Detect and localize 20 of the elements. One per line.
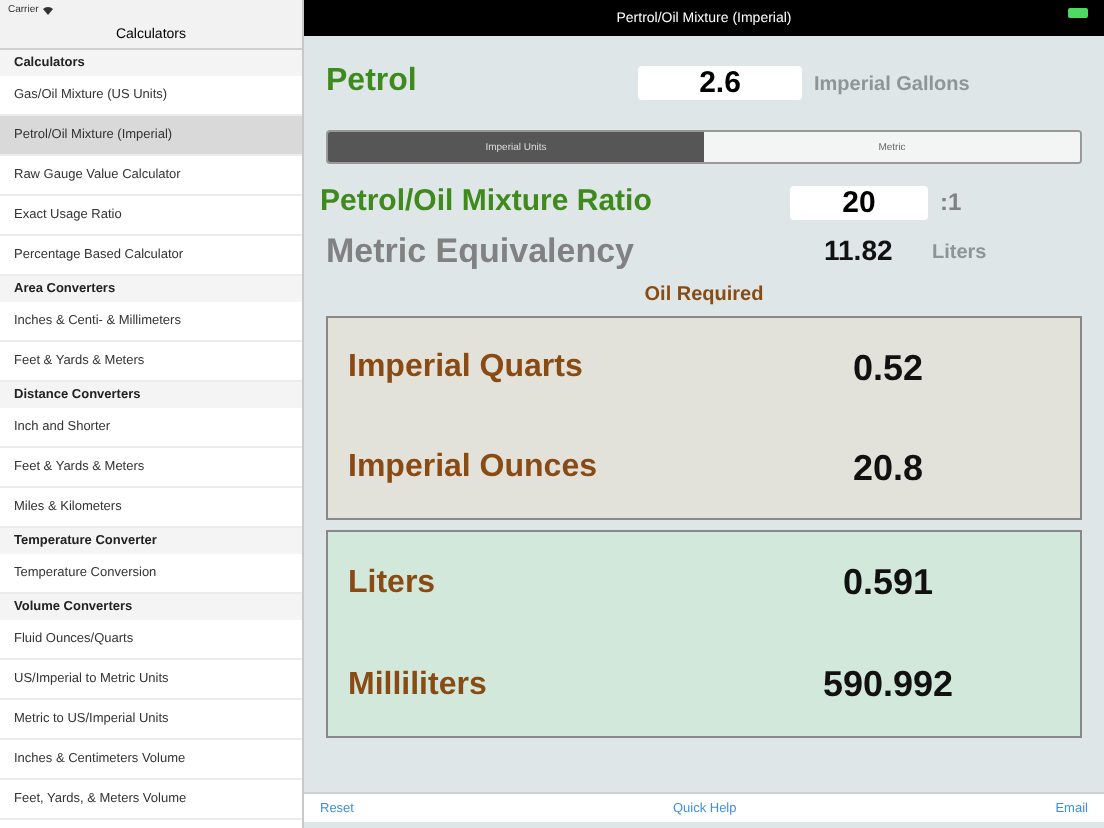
result-value: 20.8 [850,447,926,489]
petrol-label: Petrol [326,64,417,98]
result-label: Milliliters [346,667,489,703]
ratio-label: Petrol/Oil Mixture Ratio [320,184,652,218]
result-label: Imperial Quarts [346,350,585,386]
result-value: 590.992 [820,664,956,706]
metric-label: Metric Equivalency [326,232,635,270]
ratio-input[interactable]: 20 [790,185,928,219]
metric-unit: Liters [932,241,987,263]
battery-icon [1068,8,1088,18]
petrol-input[interactable]: 2.6 [638,65,802,99]
ratio-suffix: :1 [940,188,962,216]
result-value: 0.591 [840,562,936,604]
unit-label: Imperial Gallons [814,74,970,96]
oil-required-heading: Oil Required [642,284,766,306]
result-label: Liters [346,565,438,601]
result-value: 0.52 [850,347,926,389]
wifi-icon [42,5,55,15]
result-label: Imperial Ounces [346,450,599,486]
metric-value: 11.82 [824,234,893,266]
